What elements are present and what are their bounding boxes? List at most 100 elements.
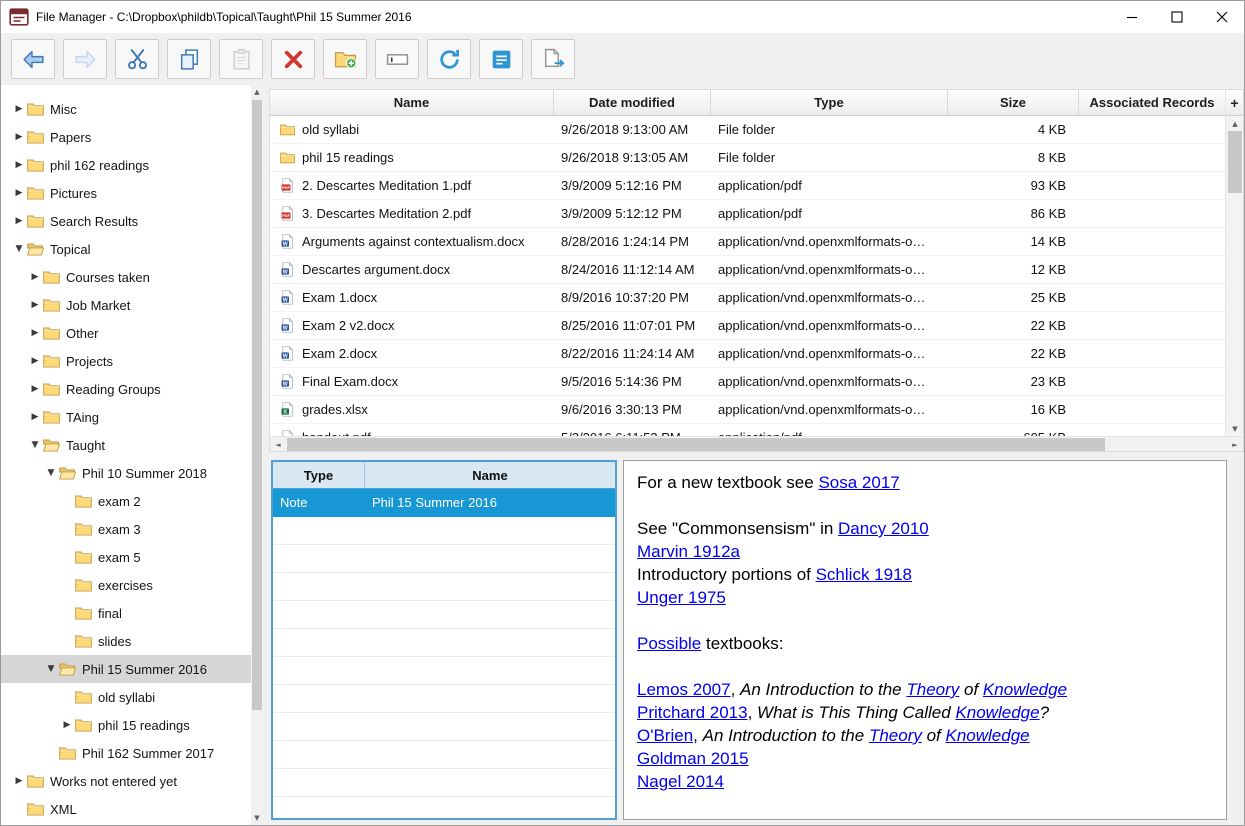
rename-button[interactable]	[375, 39, 419, 79]
sidebar-scrollbar[interactable]: ▲ ▼	[251, 85, 263, 825]
collapse-icon[interactable]: ▼	[43, 664, 59, 674]
expand-icon[interactable]: ▶	[11, 104, 27, 114]
file-row-3-descartes-meditation-2-pdf[interactable]: PDF 3. Descartes Meditation 2.pdf 3/9/2009…	[270, 200, 1225, 228]
expand-icon[interactable]: ▶	[11, 188, 27, 198]
file-list-vscrollbar[interactable]: + ▲ ▼	[1225, 90, 1243, 436]
paste-button[interactable]	[219, 39, 263, 79]
note-link[interactable]: Knowledge	[946, 726, 1030, 745]
tree-item-reading-groups[interactable]: ▶ Reading Groups	[1, 375, 251, 403]
tree-item-job-market[interactable]: ▶ Job Market	[1, 291, 251, 319]
note-link[interactable]: Knowledge	[955, 703, 1039, 722]
tree-item-taught[interactable]: ▼ Taught	[1, 431, 251, 459]
note-link[interactable]: Marvin 1912a	[637, 542, 740, 561]
note-link[interactable]: Nagel 2014	[637, 772, 724, 791]
tree-item-phil-15-summer-2016[interactable]: ▼ Phil 15 Summer 2016	[1, 655, 251, 683]
collapse-icon[interactable]: ▼	[11, 244, 27, 254]
expand-icon[interactable]: ▶	[11, 132, 27, 142]
scroll-down-icon[interactable]: ▼	[1226, 422, 1244, 436]
expand-icon[interactable]: ▶	[59, 720, 75, 730]
expand-icon[interactable]: ▶	[27, 328, 43, 338]
file-list-hscrollbar[interactable]: ◄ ►	[270, 436, 1243, 451]
note-link[interactable]: Lemos 2007	[637, 680, 731, 699]
export-button[interactable]	[531, 39, 575, 79]
file-list-hscrollbar-thumb[interactable]	[287, 438, 1105, 451]
scroll-up-icon[interactable]: ▲	[251, 85, 263, 99]
tree-item-phil-15-readings[interactable]: ▶ phil 15 readings	[1, 711, 251, 739]
delete-button[interactable]	[271, 39, 315, 79]
expand-icon[interactable]: ▶	[27, 300, 43, 310]
scroll-down-icon[interactable]: ▼	[251, 811, 263, 825]
file-row-exam-2-docx[interactable]: W Exam 2.docx 8/22/2016 11:24:14 AM applica…	[270, 340, 1225, 368]
back-button[interactable]	[11, 39, 55, 79]
forward-button[interactable]	[63, 39, 107, 79]
maximize-button[interactable]	[1154, 1, 1199, 33]
file-row-old-syllabi[interactable]: old syllabi 9/26/2018 9:13:00 AM File fold…	[270, 116, 1225, 144]
note-link[interactable]: Schlick 1918	[816, 565, 912, 584]
file-row-2-descartes-meditation-1-pdf[interactable]: PDF 2. Descartes Meditation 1.pdf 3/9/2009…	[270, 172, 1225, 200]
note-link[interactable]: Goldman 2015	[637, 749, 749, 768]
tree-item-taing[interactable]: ▶ TAing	[1, 403, 251, 431]
tree-item-papers[interactable]: ▶ Papers	[1, 123, 251, 151]
expand-icon[interactable]: ▶	[11, 776, 27, 786]
file-row-handout-pdf[interactable]: PDFhandout.pdf5/3/2016 6:11:53 PMapplica…	[270, 424, 1225, 436]
file-row-descartes-argument-docx[interactable]: W Descartes argument.docx 8/24/2016 11:12:…	[270, 256, 1225, 284]
column-header-name[interactable]: Name	[270, 90, 554, 115]
records-column-type[interactable]: Type	[273, 462, 365, 488]
tree-item-projects[interactable]: ▶ Projects	[1, 347, 251, 375]
tree-item-search-results[interactable]: ▶ Search Results	[1, 207, 251, 235]
expand-icon[interactable]: ▶	[11, 216, 27, 226]
file-row-phil-15-readings[interactable]: phil 15 readings 9/26/2018 9:13:05 AM File…	[270, 144, 1225, 172]
close-button[interactable]	[1199, 1, 1244, 33]
file-row-exam-2-v2-docx[interactable]: W Exam 2 v2.docx 8/25/2016 11:07:01 PM appl…	[270, 312, 1225, 340]
tree-item-old-syllabi[interactable]: old syllabi	[1, 683, 251, 711]
note-link[interactable]: Sosa 2017	[818, 473, 899, 492]
note-link[interactable]: Dancy 2010	[838, 519, 929, 538]
column-header-type[interactable]: Type	[711, 90, 948, 115]
tree-item-exam-3[interactable]: exam 3	[1, 515, 251, 543]
expand-icon[interactable]: ▶	[27, 356, 43, 366]
minimize-button[interactable]	[1109, 1, 1154, 33]
save-to-database-button[interactable]	[479, 39, 523, 79]
expand-icon[interactable]: ▶	[27, 272, 43, 282]
note-link[interactable]: Theory	[906, 680, 959, 699]
tree-item-final[interactable]: final	[1, 599, 251, 627]
file-list-scrollbar-thumb[interactable]	[1228, 131, 1242, 193]
file-row-final-exam-docx[interactable]: W Final Exam.docx 9/5/2016 5:14:36 PM appli…	[270, 368, 1225, 396]
copy-button[interactable]	[167, 39, 211, 79]
tree-item-pictures[interactable]: ▶ Pictures	[1, 179, 251, 207]
tree-item-slides[interactable]: slides	[1, 627, 251, 655]
new-folder-button[interactable]	[323, 39, 367, 79]
expand-icon[interactable]: ▶	[11, 160, 27, 170]
tree-item-exercises[interactable]: exercises	[1, 571, 251, 599]
refresh-button[interactable]	[427, 39, 471, 79]
record-row-phil-15-summer-2016[interactable]: Note Phil 15 Summer 2016	[273, 489, 615, 517]
note-link[interactable]: Theory	[869, 726, 922, 745]
sidebar-scrollbar-thumb[interactable]	[252, 100, 262, 710]
column-header-associated-records[interactable]: Associated Records	[1079, 90, 1225, 115]
file-row-exam-1-docx[interactable]: W Exam 1.docx 8/9/2016 10:37:20 PM applicat…	[270, 284, 1225, 312]
scroll-up-icon[interactable]: ▲	[1226, 117, 1244, 131]
tree-item-phil-162-summer-2017[interactable]: Phil 162 Summer 2017	[1, 739, 251, 767]
collapse-icon[interactable]: ▼	[43, 468, 59, 478]
file-row-arguments-against-contextualism-docx[interactable]: W Arguments against contextualism.docx 8/2…	[270, 228, 1225, 256]
tree-item-phil-162-readings[interactable]: ▶ phil 162 readings	[1, 151, 251, 179]
note-link[interactable]: Possible	[637, 634, 701, 653]
tree-item-misc[interactable]: ▶ Misc	[1, 95, 251, 123]
tree-item-other[interactable]: ▶ Other	[1, 319, 251, 347]
file-row-grades-xlsx[interactable]: Xgrades.xlsx 9/6/2016 3:30:13 PM applicati…	[270, 396, 1225, 424]
tree-item-courses-taken[interactable]: ▶ Courses taken	[1, 263, 251, 291]
note-link[interactable]: O'Brien	[637, 726, 693, 745]
column-header-size[interactable]: Size	[948, 90, 1079, 115]
tree-item-phil-10-summer-2018[interactable]: ▼ Phil 10 Summer 2018	[1, 459, 251, 487]
tree-item-exam-5[interactable]: exam 5	[1, 543, 251, 571]
note-link[interactable]: Pritchard 2013	[637, 703, 748, 722]
note-link[interactable]: Unger 1975	[637, 588, 726, 607]
column-header-date-modified[interactable]: Date modified	[554, 90, 711, 115]
scroll-left-icon[interactable]: ◄	[270, 437, 286, 452]
collapse-icon[interactable]: ▼	[27, 440, 43, 450]
tree-item-exam-2[interactable]: exam 2	[1, 487, 251, 515]
tree-item-works-not-entered-yet[interactable]: ▶ Works not entered yet	[1, 767, 251, 795]
cut-button[interactable]	[115, 39, 159, 79]
add-column-button[interactable]: +	[1226, 90, 1243, 116]
records-column-name[interactable]: Name	[365, 462, 615, 488]
